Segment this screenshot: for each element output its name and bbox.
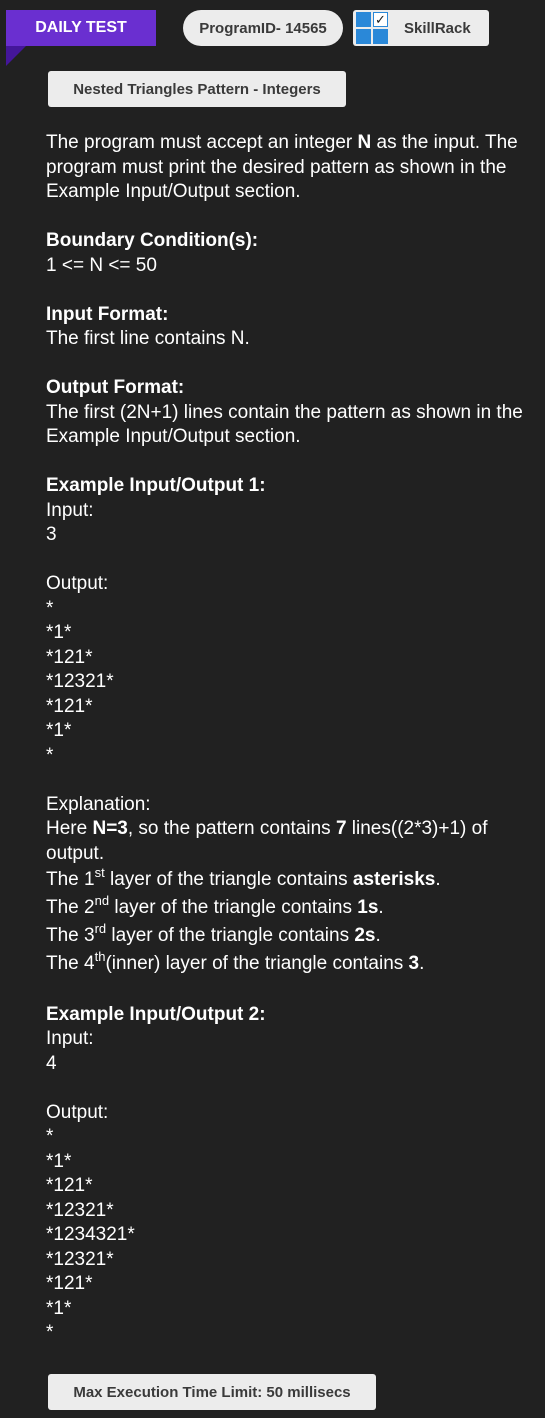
example1-heading: Example Input/Output 1:	[46, 475, 266, 496]
example1-output-line: *1*	[46, 622, 72, 643]
example1-output-label: Output:	[46, 573, 109, 594]
skillrack-logo-icon: ✓	[354, 10, 390, 46]
layer-part: layer of the triangle contains	[109, 897, 358, 918]
explanation-label: Explanation:	[46, 793, 151, 815]
explanation-part: Here	[46, 818, 93, 839]
layer-bold: 1s	[357, 897, 379, 918]
example1-output-line: *	[46, 744, 54, 766]
layer-line: The 3rd layer of the triangle contains 2…	[46, 922, 541, 950]
problem-title-tag: Nested Triangles Pattern - Integers	[48, 71, 346, 107]
program-id-badge: ProgramID- 14565	[183, 10, 343, 46]
explanation-bold: N=3	[92, 818, 128, 839]
problem-statement: The program must accept an integer N as …	[46, 131, 541, 1346]
example1-output-line: *121*	[46, 646, 93, 668]
logo-square-1	[356, 12, 371, 27]
layer-part: The 2	[46, 897, 95, 918]
layer-part: .	[375, 925, 381, 946]
boundary-heading: Boundary Condition(s):	[46, 230, 259, 251]
example2-output-line: *	[46, 1126, 54, 1147]
layer-line: The 4th(inner) layer of the triangle con…	[46, 950, 541, 978]
example2-output-line: *121*	[46, 1175, 93, 1196]
example2-output-label: Output:	[46, 1101, 109, 1123]
example2-output-line: *	[46, 1322, 54, 1343]
logo-square-3	[356, 29, 371, 44]
example2-output-line: *121*	[46, 1273, 93, 1294]
layer-bold: asterisks	[352, 869, 436, 890]
layer-part: layer of the triangle contains	[104, 869, 353, 890]
layer-bold: 2s	[354, 925, 376, 946]
example2-input-label: Input:	[46, 1028, 94, 1049]
example1-output-line: *1*	[46, 720, 72, 741]
layer-part: layer of the triangle contains	[106, 925, 355, 946]
logo-square-4	[373, 29, 388, 44]
output-format-text: The first (2N+1) lines contain the patte…	[46, 401, 523, 448]
layer-part: .	[435, 869, 441, 890]
description: The program must accept an integer N as …	[46, 131, 541, 205]
program-id-label: ProgramID- 14565	[199, 19, 327, 37]
layer-part: The 3	[46, 925, 95, 946]
input-format-text: The first line contains N.	[46, 328, 250, 349]
layer-line: The 2nd layer of the triangle contains 1…	[46, 894, 541, 922]
skillrack-label: SkillRack	[404, 19, 471, 37]
example2-output-line: *12321*	[46, 1199, 114, 1221]
example2-output-line: *1234321*	[46, 1224, 135, 1245]
example1-output-line: *12321*	[46, 671, 114, 692]
explanation-line: Here N=3, so the pattern contains 7 line…	[46, 817, 541, 866]
layer-part: The 1	[46, 869, 95, 890]
explanation-part: , so the pattern contains	[127, 818, 336, 839]
ribbon-fold	[6, 46, 26, 66]
example2-output-line: *1*	[46, 1297, 72, 1319]
example2-heading: Example Input/Output 2:	[46, 1003, 266, 1025]
explanation-bold: 7	[335, 818, 347, 839]
daily-test-ribbon: DAILY TEST	[6, 10, 156, 46]
time-limit-label: Max Execution Time Limit: 50 millisecs	[73, 1383, 351, 1401]
description-part: The program must accept an integer	[46, 132, 358, 153]
skillrack-brand[interactable]: ✓ SkillRack	[353, 10, 489, 46]
layer-ordinal: rd	[94, 921, 107, 936]
layer-ordinal: th	[94, 949, 106, 964]
example1-input-label: Input:	[46, 499, 94, 521]
layer-line: The 1st layer of the triangle contains a…	[46, 866, 541, 894]
layer-bold: 3	[408, 953, 420, 974]
problem-title: Nested Triangles Pattern - Integers	[73, 80, 321, 98]
description-n: N	[357, 132, 372, 153]
layer-part: The 4	[46, 953, 95, 974]
boundary-text: 1 <= N <= 50	[46, 254, 157, 276]
check-icon: ✓	[373, 12, 388, 27]
example2-input-value: 4	[46, 1052, 57, 1074]
layer-part: (inner) layer of the triangle contains	[105, 953, 409, 974]
example1-output-line: *	[46, 597, 54, 619]
layer-ordinal: st	[94, 865, 105, 880]
time-limit-tag: Max Execution Time Limit: 50 millisecs	[48, 1374, 376, 1410]
example1-output-line: *121*	[46, 695, 93, 717]
layer-ordinal: nd	[94, 893, 110, 908]
layer-part: .	[419, 953, 425, 974]
example2-output-line: *1*	[46, 1150, 72, 1172]
example2-output-line: *12321*	[46, 1248, 114, 1270]
daily-test-label: DAILY TEST	[35, 19, 127, 36]
output-format-heading: Output Format:	[46, 377, 185, 398]
layer-part: .	[378, 897, 384, 918]
input-format-heading: Input Format:	[46, 303, 169, 325]
example1-input-value: 3	[46, 524, 57, 545]
